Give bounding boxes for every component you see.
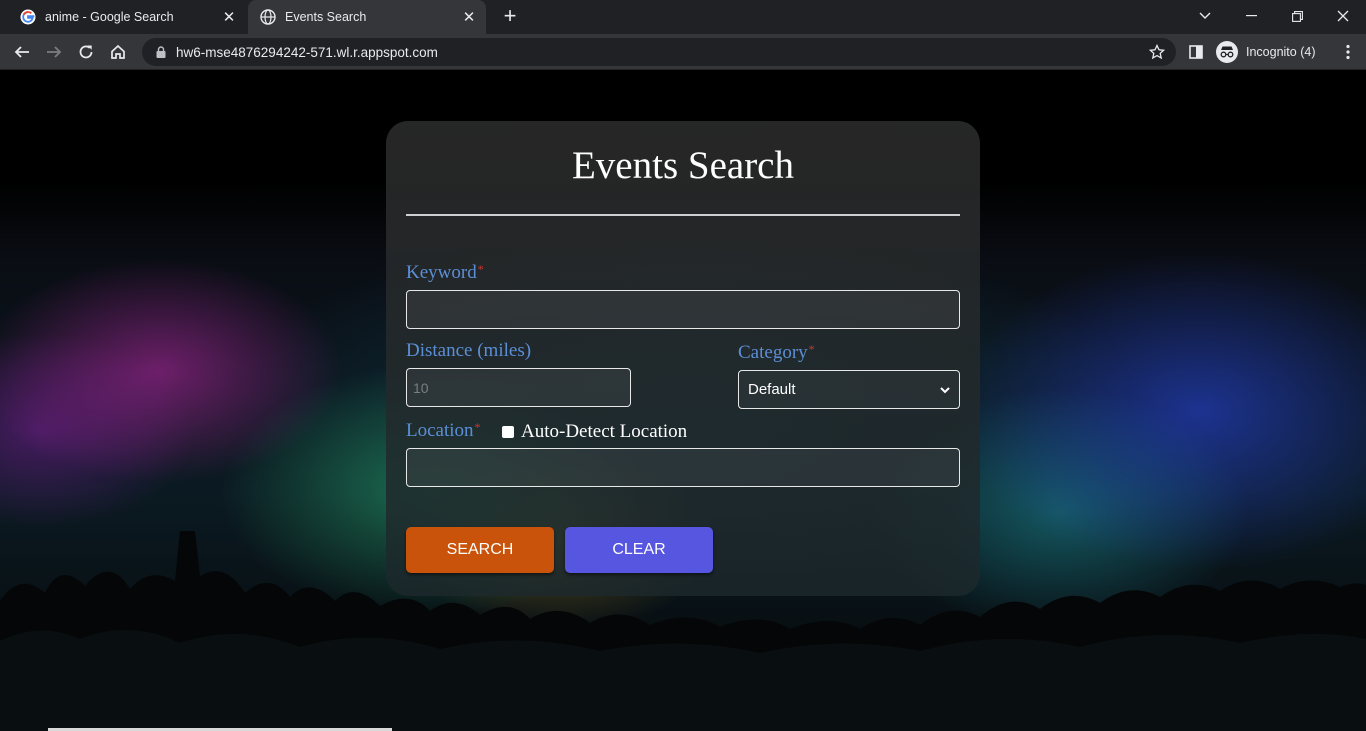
distance-label: Distance (miles) xyxy=(406,340,532,361)
incognito-icon xyxy=(1216,41,1238,63)
category-label-text: Category xyxy=(738,342,808,363)
side-panel-icon[interactable] xyxy=(1182,38,1210,66)
auto-detect-checkbox[interactable] xyxy=(502,426,514,438)
browser-toolbar: hw6-mse4876294242-571.wl.r.appspot.com I… xyxy=(0,34,1366,70)
location-input[interactable] xyxy=(406,448,960,487)
events-search-form: Events Search Keyword* Distance (miles) … xyxy=(386,121,980,596)
new-tab-plus-icon[interactable]: + xyxy=(498,5,522,29)
tab-search-chevron-icon[interactable] xyxy=(1182,0,1228,32)
keyword-label: Keyword* xyxy=(406,262,484,284)
google-icon xyxy=(20,9,36,25)
more-menu-icon[interactable] xyxy=(1334,38,1362,66)
concert-background: Events Search Keyword* Distance (miles) … xyxy=(0,71,1366,731)
tab-events-search[interactable]: Events Search ✕ xyxy=(248,0,486,34)
auto-detect-label: Auto-Detect Location xyxy=(521,421,688,442)
minimize-icon[interactable] xyxy=(1228,0,1274,32)
required-asterisk: * xyxy=(477,262,484,276)
tab-title: Events Search xyxy=(285,10,367,24)
back-arrow-icon[interactable] xyxy=(8,38,36,66)
profile-label: Incognito (4) xyxy=(1246,45,1316,59)
category-select[interactable]: Default xyxy=(738,370,960,409)
search-button[interactable]: SEARCH xyxy=(406,527,554,573)
location-label-text: Location xyxy=(406,420,474,441)
required-asterisk: * xyxy=(474,420,481,434)
title-divider xyxy=(406,214,960,216)
tab-title: anime - Google Search xyxy=(45,10,174,24)
category-selected-value: Default xyxy=(748,381,796,398)
window-close-icon[interactable] xyxy=(1320,0,1366,32)
globe-icon xyxy=(260,9,276,25)
lock-icon[interactable] xyxy=(154,45,168,59)
incognito-profile-button[interactable]: Incognito (4) xyxy=(1216,38,1315,66)
keyword-label-text: Keyword xyxy=(406,262,477,283)
clear-button[interactable]: CLEAR xyxy=(565,527,713,573)
tab-google-search[interactable]: anime - Google Search ✕ xyxy=(8,0,246,34)
bookmark-star-icon[interactable] xyxy=(1148,43,1166,61)
tab-strip: anime - Google Search ✕ Events Search ✕ … xyxy=(0,0,1366,34)
address-bar[interactable]: hw6-mse4876294242-571.wl.r.appspot.com xyxy=(142,38,1176,66)
required-asterisk: * xyxy=(808,342,815,356)
close-icon[interactable]: ✕ xyxy=(458,6,480,28)
auto-detect-location-option[interactable]: Auto-Detect Location xyxy=(502,421,687,443)
url-text: hw6-mse4876294242-571.wl.r.appspot.com xyxy=(176,44,438,60)
restore-icon[interactable] xyxy=(1274,0,1320,32)
keyword-input[interactable] xyxy=(406,290,960,329)
form-title: Events Search xyxy=(571,144,794,187)
category-label: Category* xyxy=(738,342,815,364)
close-icon[interactable]: ✕ xyxy=(218,6,240,28)
home-icon[interactable] xyxy=(104,38,132,66)
chevron-down-icon xyxy=(939,383,951,395)
reload-icon[interactable] xyxy=(72,38,100,66)
location-label: Location* xyxy=(406,420,481,442)
distance-input[interactable] xyxy=(406,368,631,407)
forward-arrow-icon[interactable] xyxy=(40,38,68,66)
